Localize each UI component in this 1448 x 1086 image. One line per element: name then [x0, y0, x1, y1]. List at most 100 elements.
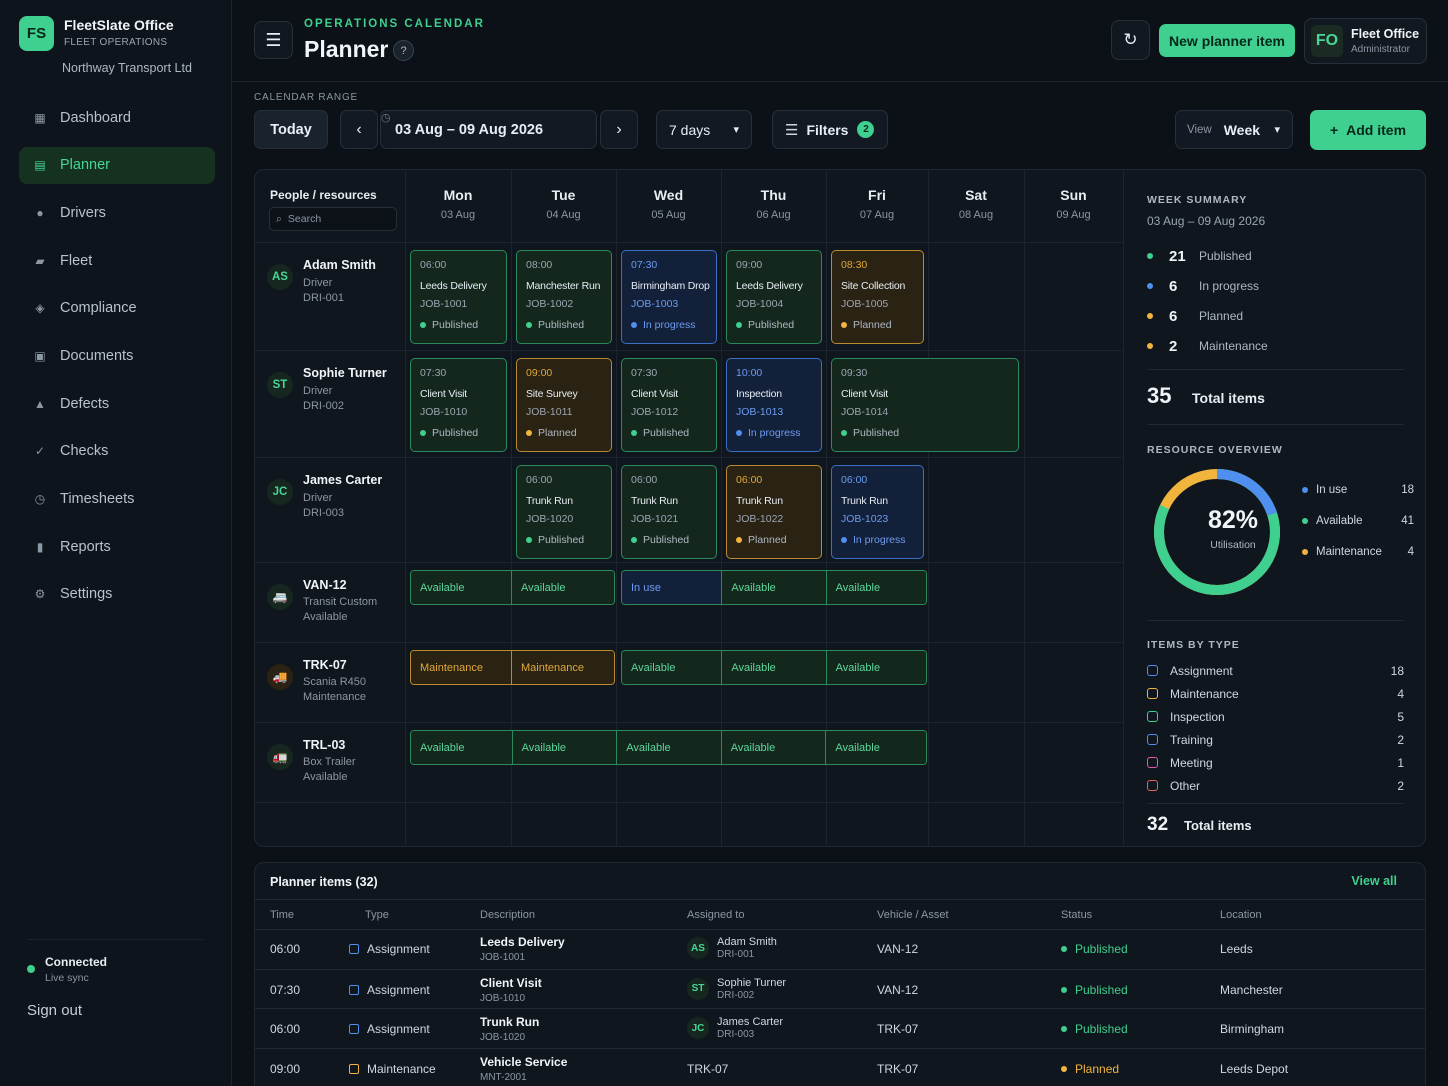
sidebar-item-label: Compliance [60, 300, 137, 317]
search-placeholder: Search [287, 213, 322, 225]
item-status: Published [631, 427, 707, 439]
planner-item[interactable]: 10:00 Inspection JOB-1013 In progress [726, 358, 822, 452]
chevron-left-icon: ‹ [356, 120, 362, 138]
sidebar-item-timesheets[interactable]: ◷ Timesheets [19, 481, 215, 518]
planner-item[interactable]: 06:00 Leeds Delivery JOB-1001 Published [410, 250, 507, 344]
resource-search-input[interactable]: ⌕ Search [269, 207, 397, 231]
planner-item[interactable]: 07:30 Birmingham Drop JOB-1003 In progress [621, 250, 717, 344]
refresh-button[interactable]: ↻ [1111, 20, 1150, 60]
planner-item[interactable]: 09:00 Site Survey JOB-1011 Planned [516, 358, 612, 452]
availability-bar[interactable]: Available Available [410, 570, 615, 605]
sidebar-item-drivers[interactable]: ● Drivers [19, 194, 215, 231]
next-week-button[interactable]: › [600, 110, 638, 149]
resource-person[interactable]: AS Adam Smith Driver DRI-001 [267, 258, 376, 304]
planner-item[interactable]: 06:00 Trunk Run JOB-1022 Planned [726, 465, 822, 559]
table-row[interactable]: 09:00 Maintenance Vehicle Service MNT-2001 T… [255, 1047, 1425, 1086]
sign-out-link[interactable]: Sign out [27, 1002, 82, 1019]
availability-bar[interactable]: Maintenance Maintenance [410, 650, 615, 685]
planner-item[interactable]: 07:30 Client Visit JOB-1010 Published [410, 358, 507, 452]
drivers-icon: ● [36, 205, 44, 220]
planner-item[interactable]: 08:00 Manchester Run JOB-1002 Published [516, 250, 612, 344]
day-name: Tue [551, 187, 576, 203]
resource-person[interactable]: JC James Carter Driver DRI-003 [267, 473, 382, 519]
row-description: Leeds Delivery JOB-1001 [480, 935, 565, 963]
planner-item[interactable]: 06:00 Trunk Run JOB-1021 Published [621, 465, 717, 559]
row-type-label: Assignment [367, 1022, 430, 1036]
stat-number: 6 [1169, 277, 1178, 295]
sidebar-item-documents[interactable]: ▣ Documents [19, 337, 215, 374]
item-status-label: In progress [643, 318, 696, 331]
status-dot [1061, 1065, 1067, 1072]
item-time: 08:30 [841, 259, 868, 271]
brand: FS FleetSlate Office FLEET OPERATIONS [19, 16, 215, 51]
planner-item[interactable]: 08:30 Site Collection JOB-1005 Planned [831, 250, 924, 344]
sidebar-item-defects[interactable]: ▲ Defects [19, 385, 215, 422]
planner-item[interactable]: 09:30 Client Visit JOB-1014 Published [831, 358, 1019, 452]
planner-item[interactable]: 07:30 Client Visit JOB-1012 Published [621, 358, 717, 452]
resource-person[interactable]: ST Sophie Turner Driver DRI-002 [267, 366, 387, 412]
availability-bar[interactable]: Available Available Available [621, 650, 927, 685]
date-range-picker[interactable]: ◷ 03 Aug – 09 Aug 2026 [380, 110, 597, 149]
row-type: Assignment [349, 1022, 430, 1036]
table-row[interactable]: 06:00 Assignment Leeds Delivery JOB-1001 AS A… [255, 929, 1425, 969]
item-time: 08:00 [526, 259, 553, 271]
row-type: Maintenance [349, 1062, 436, 1076]
assignment-type-icon [1147, 665, 1158, 676]
sidebar-item-checks[interactable]: ✓ Checks [19, 433, 215, 470]
previous-week-button[interactable]: ‹ [340, 110, 378, 149]
item-status-label: In progress [853, 533, 906, 546]
filters-button[interactable]: ☰ Filters 2 [772, 110, 888, 149]
help-icon[interactable]: ? [393, 40, 414, 61]
sidebar: FS FleetSlate Office FLEET OPERATIONS No… [0, 0, 232, 1086]
item-time: 06:00 [420, 259, 447, 271]
today-button[interactable]: Today [254, 110, 328, 149]
availability-segment: Available [411, 571, 512, 604]
resource-vehicle[interactable]: 🚛 TRL-03 Box Trailer Available [267, 738, 356, 783]
item-title: Leeds Delivery [420, 279, 487, 292]
item-job-id: JOB-1010 [420, 405, 468, 418]
sidebar-item-reports[interactable]: ▮ Reports [19, 528, 215, 565]
summary-divider [1147, 803, 1404, 804]
table-row[interactable]: 06:00 Assignment Trunk Run JOB-1020 JC James … [255, 1008, 1425, 1048]
add-item-button[interactable]: + Add item [1310, 110, 1426, 150]
availability-bar[interactable]: Available Available Available Available Avai… [410, 730, 927, 765]
grid-row-line [255, 722, 1123, 723]
planner-item[interactable]: 06:00 Trunk Run JOB-1023 In progress [831, 465, 924, 559]
table-row[interactable]: 07:30 Assignment Client Visit JOB-1010 ST Sop… [255, 968, 1425, 1009]
planner-item[interactable]: 09:00 Leeds Delivery JOB-1004 Published [726, 250, 822, 344]
avatar: ST [267, 372, 293, 398]
stat-label: Published [1199, 249, 1252, 263]
item-job-id: JOB-1023 [841, 512, 889, 525]
new-planner-item-button[interactable]: New planner item [1159, 24, 1295, 57]
plus-icon: + [1329, 122, 1339, 138]
brand-subtitle: FLEET OPERATIONS [64, 37, 168, 48]
sidebar-item-compliance[interactable]: ◈ Compliance [19, 290, 215, 327]
view-select[interactable]: View Week ▾ [1175, 110, 1293, 149]
resource-vehicle[interactable]: 🚚 TRK-07 Scania R450 Maintenance [267, 658, 366, 703]
planner-item[interactable]: 06:00 Trunk Run JOB-1020 Published [516, 465, 612, 559]
sidebar-item-fleet[interactable]: ▰ Fleet [19, 242, 215, 279]
item-title: Trunk Run [736, 494, 783, 507]
grid-row-line [255, 562, 1123, 563]
day-date: 04 Aug [546, 209, 581, 221]
availability-segment: Available [825, 571, 926, 604]
item-job-id: JOB-1021 [631, 512, 679, 525]
item-title: Client Visit [841, 387, 889, 400]
user-menu[interactable]: FO Fleet Office Administrator [1304, 18, 1427, 64]
resource-vehicle[interactable]: 🚐 VAN-12 Transit Custom Available [267, 578, 377, 623]
resource-info: Sophie Turner Driver DRI-002 [303, 366, 387, 412]
user-name: Fleet Office [1351, 27, 1420, 41]
row-status-label: Published [1075, 942, 1128, 956]
menu-button[interactable]: ☰ [254, 21, 293, 59]
view-all-link[interactable]: View all [1351, 874, 1397, 888]
filter-count-badge: 2 [857, 121, 875, 138]
days-select[interactable]: 7 days ▾ [656, 110, 752, 149]
sidebar-item-settings[interactable]: ⚙ Settings [19, 576, 215, 613]
sidebar-item-planner[interactable]: ▤ Planner [19, 146, 215, 184]
sidebar-item-dashboard[interactable]: ▦ Dashboard [19, 99, 215, 136]
availability-bar[interactable]: In use Available Available [621, 570, 927, 605]
item-time: 06:00 [841, 474, 868, 486]
day-header-fri: Fri 07 Aug [826, 187, 928, 221]
types-total-label: Total items [1184, 818, 1252, 833]
item-time: 07:30 [631, 259, 658, 271]
